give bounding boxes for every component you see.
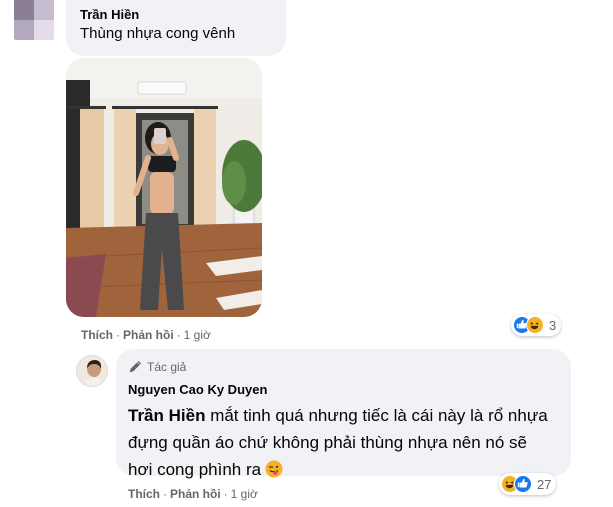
comment-photo[interactable] <box>66 58 262 317</box>
comment-timestamp[interactable]: 1 giờ <box>184 328 211 342</box>
reply-text: Trần Hiền mắt tinh quá nhưng tiếc là cái… <box>128 402 548 483</box>
like-action[interactable]: Thích <box>81 328 113 342</box>
comment-author[interactable]: Trần Hiền <box>80 7 139 22</box>
comment-text: Thùng nhựa cong vênh <box>80 25 236 42</box>
haha-icon <box>526 316 544 334</box>
reaction-count: 3 <box>549 317 557 333</box>
author-badge: Tác giả <box>128 360 186 374</box>
like-icon <box>514 475 532 493</box>
reactions-summary[interactable]: 27 <box>499 473 557 495</box>
reply-timestamp[interactable]: 1 giờ <box>231 487 258 501</box>
reply-action[interactable]: Phản hồi <box>123 328 174 342</box>
comment-actions: Thích · Phản hồi · 1 giờ <box>81 328 211 342</box>
comment-bubble: Trần Hiền Thùng nhựa cong vênh <box>66 0 286 56</box>
separator-dot: · <box>223 487 228 501</box>
like-action[interactable]: Thích <box>128 487 160 501</box>
reply-action[interactable]: Phản hồi <box>170 487 221 501</box>
separator-dot: · <box>163 487 167 501</box>
photo-illustration <box>66 58 262 317</box>
reaction-count: 27 <box>537 476 552 492</box>
reply-actions: Thích · Phản hồi · 1 giờ <box>128 487 258 501</box>
author-badge-label: Tác giả <box>147 360 187 374</box>
commenter-avatar[interactable] <box>14 0 54 40</box>
mention-link[interactable]: Trần Hiền <box>128 406 205 425</box>
separator-dot: · <box>116 328 120 342</box>
pencil-icon <box>129 360 142 373</box>
reply-avatar[interactable] <box>76 355 108 387</box>
winking-tongue-emoji-icon <box>265 460 283 478</box>
reply-bubble: Tác giả Nguyen Cao Ky Duyen Trần Hiền mắ… <box>116 349 571 479</box>
reply-author[interactable]: Nguyen Cao Ky Duyen <box>128 382 267 397</box>
reactions-summary[interactable]: 3 <box>511 314 562 336</box>
avatar-image <box>77 356 107 386</box>
separator-dot: · <box>176 328 181 342</box>
